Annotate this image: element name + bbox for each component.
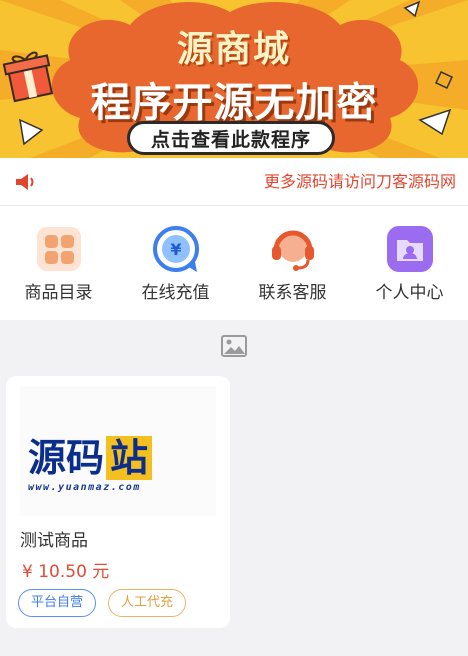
speaker-icon [16, 174, 34, 190]
product-tags: 平台自营 人工代充 [18, 589, 187, 617]
banner-subtitle: 程序开源无加密 [90, 80, 378, 126]
menu-label-catalog: 商品目录 [24, 283, 93, 303]
notice-marquee: 更多源码请访问刀客源码网 [60, 170, 456, 194]
logo-char-highlight: 站 [106, 436, 153, 480]
svg-text:¥: ¥ [170, 240, 181, 259]
menu-label-recharge: 在线充值 [141, 283, 210, 303]
promo-banner[interactable]: 源商城 程序开源无加密 点击查看此款程序 [0, 0, 468, 158]
recharge-icon: ¥ [152, 226, 199, 272]
logo-char: 源 [28, 436, 67, 480]
tag-self-operated: 平台自营 [18, 589, 97, 617]
product-logo: 源 码 站 www.yuanmaz.com [28, 436, 153, 493]
menu-item-catalog[interactable]: 商品目录 [0, 206, 117, 320]
notice-bar[interactable]: 更多源码请访问刀客源码网 [0, 158, 468, 206]
menu-item-recharge[interactable]: ¥ 在线充值 [117, 206, 234, 320]
notice-text: 更多源码请访问刀客源码网 [263, 172, 456, 191]
logo-char: 码 [66, 436, 105, 480]
grid-icon [36, 227, 81, 271]
logo-url: www.yuanmaz.com [28, 482, 141, 493]
menu-label-support: 联系客服 [258, 283, 327, 303]
quick-menu: 商品目录 ¥ 在线充值 联系客服 个人中心 [0, 206, 468, 320]
menu-label-profile: 个人中心 [375, 283, 444, 303]
product-price: ¥ 10.50 元 [22, 562, 110, 582]
user-folder-icon [386, 226, 433, 272]
menu-item-support[interactable]: 联系客服 [234, 206, 351, 320]
headset-icon [271, 230, 314, 271]
banner-cta-button[interactable]: 点击查看此款程序 [127, 121, 335, 155]
banner-title: 源商城 [176, 29, 291, 70]
product-card[interactable]: 源 码 站 www.yuanmaz.com 测试商品 ¥ 10.50 元 平台自… [6, 376, 230, 628]
menu-item-profile[interactable]: 个人中心 [351, 206, 468, 320]
image-icon [221, 335, 247, 357]
image-placeholder [0, 320, 468, 372]
tag-manual-recharge: 人工代充 [108, 589, 187, 617]
product-name: 测试商品 [20, 531, 88, 551]
